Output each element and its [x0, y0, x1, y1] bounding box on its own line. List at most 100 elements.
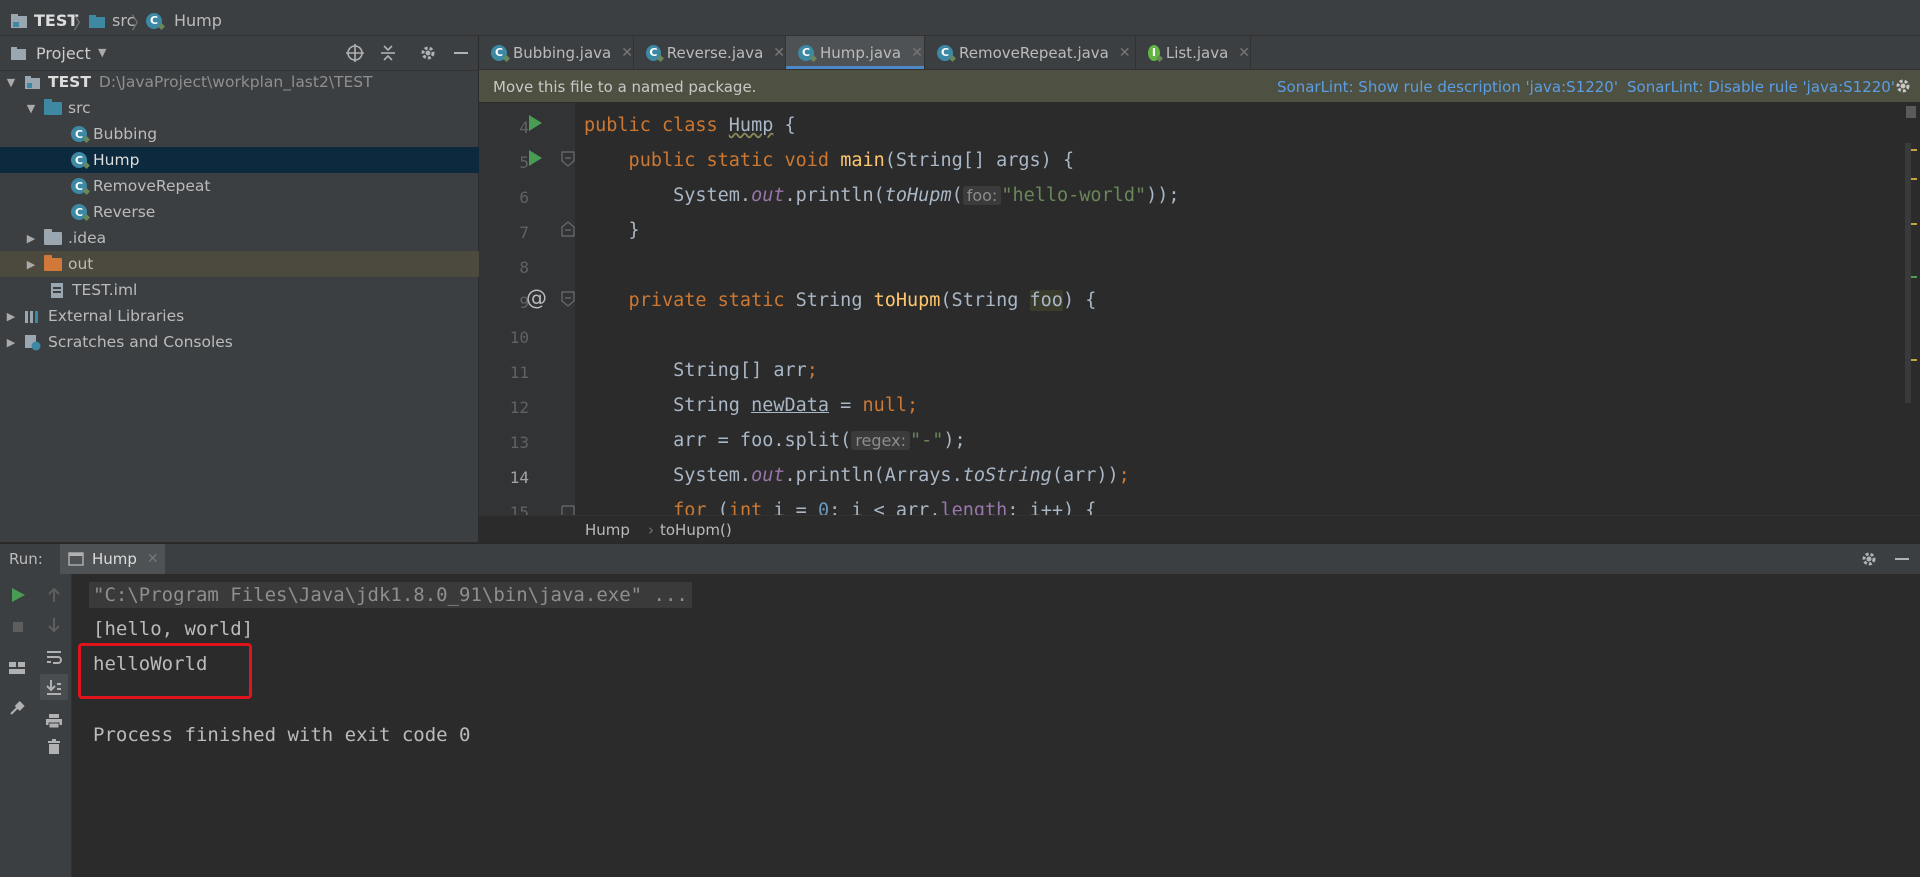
rerun-icon[interactable]	[7, 584, 29, 606]
code-token: .println(Arrays.	[784, 465, 963, 486]
soft-wrap-icon[interactable]	[43, 646, 65, 668]
module-folder-icon	[11, 13, 27, 28]
console-line: Process finished with exit code 0	[93, 724, 471, 746]
pin-icon[interactable]	[6, 697, 28, 719]
run-main-icon[interactable]	[527, 148, 543, 168]
class-icon: C	[71, 178, 87, 194]
class-icon: C	[71, 152, 87, 168]
down-arrow-icon[interactable]	[43, 614, 65, 636]
tree-item-hump-selected[interactable]: C Hump	[0, 147, 549, 173]
chevron-down-icon[interactable]: ▼	[98, 46, 106, 59]
code-token: (String[] args) {	[884, 150, 1075, 171]
breadcrumb-class[interactable]: Hump	[585, 521, 630, 539]
code-token: toHupm	[884, 185, 952, 206]
locate-icon[interactable]	[346, 44, 364, 62]
collapsed-arrow-icon[interactable]: ▶	[24, 232, 38, 245]
gear-icon[interactable]	[419, 44, 437, 62]
class-icon: C	[146, 12, 162, 29]
tab-reverse[interactable]: C Reverse.java ✕	[634, 36, 786, 69]
tree-item-bubbing[interactable]: C Bubbing	[0, 121, 549, 147]
expanded-arrow-icon[interactable]: ▼	[4, 76, 18, 89]
code-line-12: String newData = null;	[584, 395, 918, 416]
module-file-icon	[51, 282, 63, 298]
code-token: "hello-world"	[1001, 185, 1147, 206]
collapsed-arrow-icon[interactable]: ▶	[4, 310, 18, 323]
print-icon[interactable]	[43, 710, 65, 732]
fold-end-icon[interactable]	[561, 221, 575, 237]
annotation-icon[interactable]: @	[526, 286, 547, 310]
trash-icon[interactable]	[43, 736, 65, 758]
inspection-status-icon[interactable]	[1906, 106, 1916, 118]
code-editor[interactable]: public class Hump { public static void m…	[575, 103, 1920, 515]
stop-icon[interactable]	[7, 616, 29, 638]
collapse-all-icon[interactable]	[379, 44, 397, 62]
expanded-arrow-icon[interactable]: ▼	[24, 102, 38, 115]
tree-item-idea[interactable]: ▶ .idea	[0, 225, 502, 251]
vertical-scrollbar[interactable]	[1905, 143, 1911, 403]
fold-icon[interactable]	[561, 505, 575, 515]
tab-list[interactable]: I List.java ✕	[1136, 36, 1251, 69]
class-icon: C	[71, 204, 87, 220]
tree-item-out[interactable]: ▶ out	[0, 251, 502, 277]
tab-label: RemoveRepeat.java	[959, 43, 1109, 62]
line-number: 12	[509, 398, 529, 417]
run-tab-hump[interactable]: Hump ✕	[60, 544, 165, 574]
close-icon[interactable]: ✕	[911, 45, 923, 61]
tree-item-test-iml[interactable]: TEST.iml	[0, 277, 528, 303]
tab-removerepeat[interactable]: C RemoveRepeat.java ✕	[925, 36, 1136, 69]
breadcrumb-file[interactable]: C Hump	[146, 11, 222, 30]
show-rule-description-link[interactable]: SonarLint: Show rule description 'java:S…	[1277, 78, 1618, 96]
project-view-title[interactable]: Project	[36, 44, 91, 63]
breadcrumb-src[interactable]: src	[88, 11, 135, 30]
minimize-icon[interactable]	[452, 44, 470, 62]
disable-rule-link[interactable]: SonarLint: Disable rule 'java:S1220'	[1627, 78, 1895, 96]
tree-item-src[interactable]: ▼ src	[0, 95, 502, 121]
code-token: ) {	[1062, 290, 1097, 311]
run-class-icon[interactable]	[527, 113, 543, 133]
tree-item-external-libraries[interactable]: ▶ External Libraries	[0, 303, 482, 329]
gear-icon[interactable]	[1860, 550, 1878, 568]
code-token: ; i++) {	[1007, 500, 1097, 515]
console-command-line: "C:\Program Files\Java\jdk1.8.0_91\bin\j…	[89, 582, 692, 608]
tab-hump[interactable]: C Hump.java ✕	[786, 36, 925, 69]
code-token: .println(	[784, 185, 885, 206]
close-icon[interactable]: ✕	[773, 45, 785, 61]
library-icon	[25, 310, 38, 323]
line-number: 5	[519, 153, 529, 172]
tree-item-label: .idea	[68, 229, 107, 247]
tree-item-removerepeat[interactable]: C RemoveRepeat	[0, 173, 549, 199]
fold-icon[interactable]	[561, 291, 575, 307]
fold-icon[interactable]	[561, 151, 575, 167]
class-icon: C	[71, 126, 87, 142]
tree-item-test[interactable]: ▼ TEST D:\JavaProject\workplan_last2\TES…	[0, 69, 482, 95]
code-line-5: public static void main(String[] args) {	[584, 150, 1075, 171]
editor-notification-banner: Move this file to a named package. Sonar…	[479, 70, 1920, 102]
minimize-icon[interactable]	[1893, 550, 1911, 568]
collapsed-arrow-icon[interactable]: ▶	[4, 336, 18, 349]
line-number-current: 14	[509, 468, 529, 487]
application-icon	[68, 552, 84, 566]
tab-bubbing[interactable]: C Bubbing.java ✕	[479, 36, 634, 69]
close-icon[interactable]: ✕	[621, 45, 633, 61]
collapsed-arrow-icon[interactable]: ▶	[24, 258, 38, 271]
restore-layout-icon[interactable]	[6, 657, 28, 679]
close-icon[interactable]: ✕	[147, 551, 159, 567]
scroll-to-end-icon[interactable]	[43, 676, 65, 698]
close-icon[interactable]: ✕	[1119, 45, 1131, 61]
tree-item-scratches[interactable]: ▶ Scratches and Consoles	[0, 329, 482, 355]
class-icon: C	[491, 44, 507, 61]
tree-item-label: Hump	[93, 151, 140, 169]
code-line-11: String[] arr;	[584, 360, 818, 381]
gear-icon[interactable]	[1894, 77, 1912, 95]
breadcrumb-method[interactable]: toHupm()	[660, 521, 732, 539]
breadcrumb-separator: ›	[648, 521, 654, 539]
tree-item-reverse[interactable]: C Reverse	[0, 199, 549, 225]
code-token: for	[584, 500, 707, 515]
close-icon[interactable]: ✕	[1238, 45, 1250, 61]
console-output[interactable]: "C:\Program Files\Java\jdk1.8.0_91\bin\j…	[72, 574, 1920, 877]
console-line: [hello, world]	[93, 618, 254, 640]
code-line-4: public class Hump {	[584, 115, 796, 136]
line-number: 7	[519, 223, 529, 242]
breadcrumb-project[interactable]: TEST	[10, 11, 78, 30]
up-arrow-icon[interactable]	[43, 584, 65, 606]
